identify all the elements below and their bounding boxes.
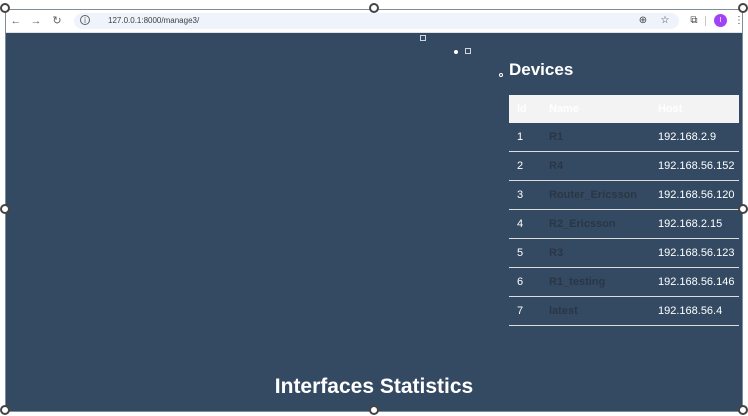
- reload-icon[interactable]: ↻: [49, 13, 65, 29]
- address-bar[interactable]: i 127.0.0.1:8000/manage3/ ⊕ ☆: [74, 13, 679, 29]
- table-row: 2 R4 192.168.56.152: [509, 151, 739, 181]
- table-row: 5 R3 192.168.56.123: [509, 238, 739, 268]
- puzzle-icon[interactable]: ⧉: [686, 13, 702, 29]
- device-host: 192.168.56.4: [650, 296, 739, 326]
- browser-window: ← → ↻ i 127.0.0.1:8000/manage3/ ⊕ ☆ ⧉ I …: [5, 9, 743, 412]
- broken-image-icon: [420, 35, 426, 41]
- table-row: 6 R1_testing 192.168.56.146: [509, 267, 739, 297]
- table-row: 3 Router_Ericsson 192.168.56.120: [509, 180, 739, 210]
- device-host: 192.168.56.146: [650, 267, 739, 297]
- device-host: 192.168.56.123: [650, 238, 739, 268]
- list-bullet: [454, 50, 458, 54]
- zoom-icon[interactable]: ⊕: [636, 14, 650, 28]
- resize-handle-top-left[interactable]: [0, 3, 10, 13]
- device-name-link[interactable]: R3: [541, 238, 650, 268]
- device-name-link[interactable]: latest: [541, 296, 650, 326]
- broken-image-icon: [465, 48, 471, 54]
- device-name-link[interactable]: R1: [541, 123, 650, 152]
- column-header-id: Id: [517, 103, 527, 115]
- star-icon[interactable]: ☆: [658, 14, 672, 28]
- resize-handle-top-right[interactable]: [738, 3, 748, 13]
- device-host: 192.168.56.120: [650, 180, 739, 210]
- devices-table: Id Name Host 1 R1 192.168.2.9 2 R4 192.1…: [509, 95, 739, 326]
- forward-icon[interactable]: →: [28, 13, 44, 29]
- toolbar-divider: [705, 16, 706, 26]
- devices-heading: Devices: [509, 60, 574, 79]
- device-id: 5: [509, 238, 541, 268]
- resize-handle-left[interactable]: [0, 204, 10, 214]
- interfaces-statistics-heading: Interfaces Statistics: [274, 375, 474, 398]
- resize-handle-bottom[interactable]: [369, 405, 379, 415]
- resize-handle-bottom-right[interactable]: [738, 405, 748, 415]
- table-row: 1 R1 192.168.2.9: [509, 123, 739, 152]
- table-row: 4 R2_Ericsson 192.168.2.15: [509, 209, 739, 239]
- device-host: 192.168.2.9: [650, 123, 739, 152]
- browser-toolbar: ← → ↻ i 127.0.0.1:8000/manage3/ ⊕ ☆ ⧉ I …: [6, 10, 742, 33]
- device-id: 1: [509, 123, 541, 152]
- device-name-link[interactable]: R1_testing: [541, 267, 650, 297]
- resize-handle-bottom-left[interactable]: [0, 405, 10, 415]
- device-id: 4: [509, 209, 541, 239]
- device-id: 6: [509, 267, 541, 297]
- page-content: Devices Id Name Host 1 R1 192.168.2.9 2 …: [6, 33, 742, 411]
- avatar[interactable]: I: [714, 14, 727, 27]
- url-text: 127.0.0.1:8000/manage3/: [108, 16, 200, 25]
- column-header-host: Host: [658, 103, 683, 115]
- table-row: 7 latest 192.168.56.4: [509, 296, 739, 326]
- list-bullet-circle: [499, 73, 503, 77]
- site-info-icon[interactable]: i: [80, 15, 90, 25]
- device-host: 192.168.2.15: [650, 209, 739, 239]
- device-name-link[interactable]: Router_Ericsson: [541, 180, 650, 210]
- kebab-menu-icon[interactable]: ⋮: [731, 13, 742, 29]
- resize-handle-right[interactable]: [738, 204, 748, 214]
- device-id: 2: [509, 151, 541, 181]
- device-name-link[interactable]: R4: [541, 151, 650, 181]
- device-id: 3: [509, 180, 541, 210]
- resize-handle-top[interactable]: [369, 3, 379, 13]
- back-icon[interactable]: ←: [8, 13, 24, 29]
- device-id: 7: [509, 296, 541, 326]
- table-header-row: Id Name Host: [509, 95, 739, 123]
- device-host: 192.168.56.152: [650, 151, 739, 181]
- column-header-name: Name: [549, 103, 579, 115]
- device-name-link[interactable]: R2_Ericsson: [541, 209, 650, 239]
